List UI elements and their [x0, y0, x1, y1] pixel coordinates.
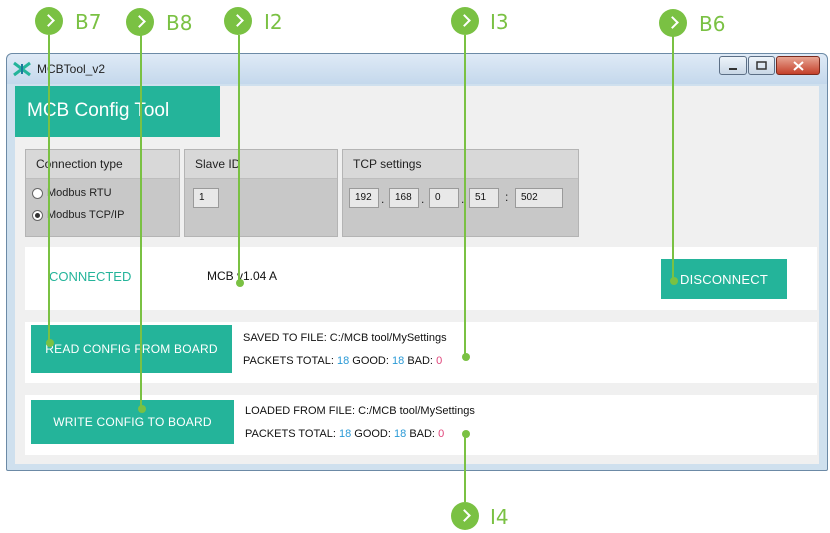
callout-label: B7 — [75, 10, 102, 34]
panel-title: TCP settings — [353, 157, 422, 171]
radio-selected-icon[interactable] — [32, 209, 43, 221]
loaded-file-path: LOADED FROM FILE: C:/MCB tool/MySettings — [245, 405, 475, 417]
radio-modbus-rtu[interactable]: Modbus RTU — [32, 187, 112, 199]
callout-leader-line — [48, 35, 50, 343]
callout-b6-icon — [659, 9, 687, 37]
radio-modbus-tcp[interactable]: Modbus TCP/IP — [32, 209, 124, 221]
ip-dot: . — [381, 192, 385, 206]
connection-status: CONNECTED — [49, 269, 132, 284]
callout-b7-icon — [35, 7, 63, 35]
good-count: 18 — [394, 428, 407, 440]
callout-dot — [138, 405, 146, 413]
callout-dot — [46, 339, 54, 347]
callout-dot — [236, 279, 244, 287]
callout-label: I2 — [264, 10, 283, 34]
callout-label: I4 — [490, 505, 509, 529]
disconnect-button[interactable]: DISCONNECT — [661, 259, 787, 299]
callout-label: I3 — [490, 10, 509, 34]
callout-i4-icon — [451, 502, 479, 530]
panel-title: Slave ID — [195, 157, 241, 171]
callout-dot — [670, 277, 678, 285]
read-packets-stats: PACKETS TOTAL: 18 GOOD: 18 BAD: 0 — [243, 355, 443, 367]
callout-leader-line — [238, 35, 240, 283]
bad-count: 0 — [436, 355, 443, 367]
radio-circle-icon[interactable] — [32, 187, 43, 199]
read-config-row: READ CONFIG FROM BOARD SAVED TO FILE: C:… — [25, 322, 817, 383]
ip-octet-1-input[interactable]: 192 — [349, 188, 379, 208]
good-count: 18 — [392, 355, 405, 367]
minimize-button[interactable] — [719, 56, 747, 75]
write-config-row: WRITE CONFIG TO BOARD LOADED FROM FILE: … — [25, 395, 817, 455]
ip-octet-4-input[interactable]: 51 — [469, 188, 499, 208]
callout-label: B8 — [166, 11, 193, 35]
callout-i3-icon — [451, 7, 479, 35]
callout-dot — [462, 353, 470, 361]
port-colon: : — [505, 190, 509, 204]
radio-label: Modbus TCP/IP — [47, 209, 125, 221]
app-logo-icon — [13, 61, 31, 77]
minimize-icon — [729, 67, 737, 70]
total-count: 18 — [338, 428, 352, 440]
write-config-button[interactable]: WRITE CONFIG TO BOARD — [31, 400, 234, 444]
callout-b8-icon — [126, 8, 154, 36]
callout-leader-line — [140, 35, 142, 409]
bad-count: 0 — [438, 428, 445, 440]
slave-id-input[interactable]: 1 — [193, 188, 219, 208]
connection-status-row: CONNECTED MCB v1.04 A DISCONNECT — [25, 247, 817, 310]
total-count: 18 — [336, 355, 350, 367]
title-bar[interactable]: MCBTool_v2 — [7, 54, 827, 84]
write-packets-stats: PACKETS TOTAL: 18 GOOD: 18 BAD: 0 — [245, 428, 445, 440]
maximize-button[interactable] — [748, 56, 775, 75]
callout-leader-line — [464, 35, 466, 357]
app-window: MCBTool_v2 MCB Config Tool Connection ty… — [6, 53, 828, 471]
ip-octet-2-input[interactable]: 168 — [389, 188, 419, 208]
ip-octet-3-input[interactable]: 0 — [429, 188, 459, 208]
app-header: MCB Config Tool — [15, 86, 220, 137]
radio-label: Modbus RTU — [47, 187, 112, 199]
callout-leader-line — [672, 35, 674, 281]
close-button[interactable] — [776, 56, 820, 75]
close-icon — [792, 60, 804, 71]
callout-dot — [462, 430, 470, 438]
callout-label: B6 — [699, 12, 726, 36]
client-area: MCB Config Tool Connection type Modbus R… — [15, 86, 819, 464]
callout-i2-icon — [224, 7, 252, 35]
ip-dot: . — [421, 192, 425, 206]
maximize-icon — [756, 61, 767, 70]
tcp-settings-panel: TCP settings 192 . 168 . 0 . 51 : 502 — [342, 149, 579, 237]
slave-id-panel: Slave ID 1 — [184, 149, 338, 237]
tcp-port-input[interactable]: 502 — [515, 188, 563, 208]
callout-leader-line — [464, 434, 466, 502]
saved-file-path: SAVED TO FILE: C:/MCB tool/MySettings — [243, 332, 447, 344]
read-config-button[interactable]: READ CONFIG FROM BOARD — [31, 325, 232, 373]
